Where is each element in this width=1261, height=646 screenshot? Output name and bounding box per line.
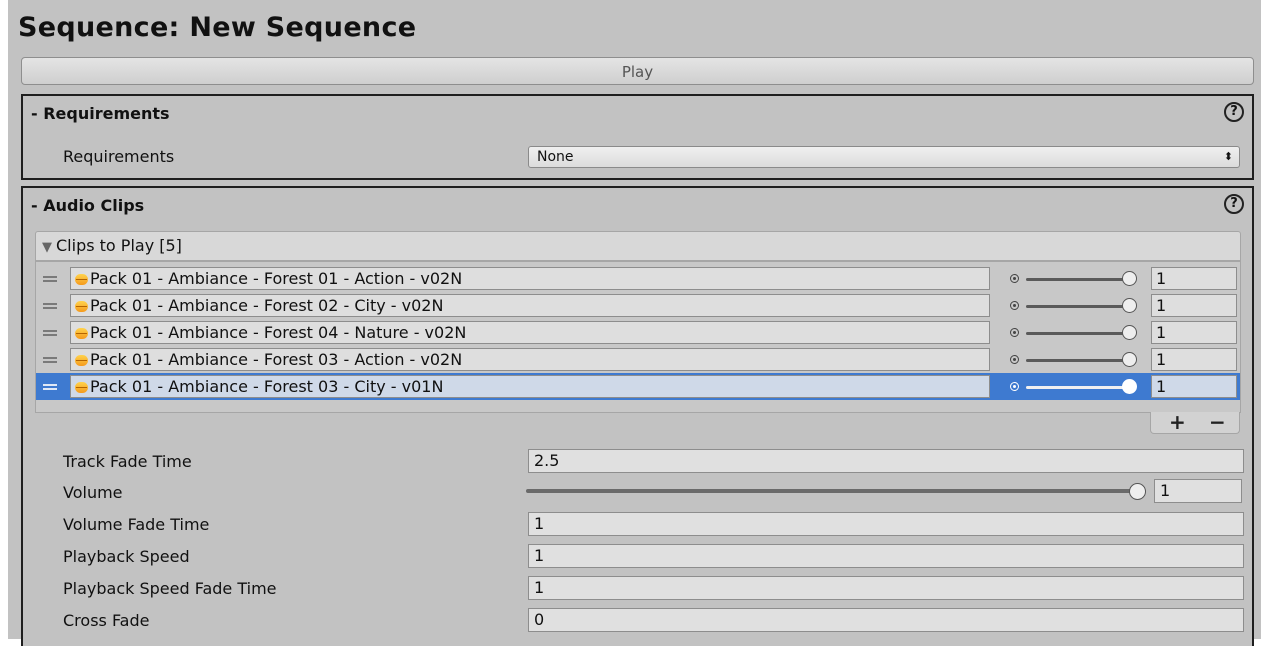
page-title: Sequence: New Sequence bbox=[18, 12, 417, 43]
audio-clip-field[interactable]: Pack 01 - Ambiance - Forest 02 - City - … bbox=[70, 294, 990, 317]
clip-volume-slider[interactable] bbox=[1010, 298, 1140, 314]
audio-clip-field[interactable]: Pack 01 - Ambiance - Forest 04 - Nature … bbox=[70, 321, 990, 344]
list-item[interactable]: Pack 01 - Ambiance - Forest 02 - City - … bbox=[36, 292, 1240, 319]
clips-list-header[interactable]: ▼ Clips to Play [5] bbox=[35, 231, 1241, 261]
slider-thumb[interactable] bbox=[1129, 483, 1146, 500]
audio-clip-field[interactable]: Pack 01 - Ambiance - Forest 03 - City - … bbox=[70, 375, 990, 398]
slider-track[interactable] bbox=[1026, 359, 1126, 362]
audio-clip-field[interactable]: Pack 01 - Ambiance - Forest 03 - Action … bbox=[70, 348, 990, 371]
volume-fade-time-field[interactable]: 1 bbox=[528, 512, 1244, 536]
dropdown-value: None bbox=[537, 149, 574, 165]
clips-list-title: Clips to Play [5] bbox=[56, 236, 182, 255]
drag-handle-icon[interactable] bbox=[43, 357, 57, 363]
audio-clip-icon bbox=[75, 355, 88, 366]
clip-volume-field[interactable]: 1 bbox=[1151, 375, 1237, 398]
drag-handle-icon[interactable] bbox=[43, 276, 57, 282]
clip-volume-slider[interactable] bbox=[1010, 379, 1140, 395]
slider-min-icon bbox=[1010, 274, 1019, 283]
slider-min-icon bbox=[1010, 328, 1019, 337]
slider-min-icon bbox=[1010, 355, 1019, 364]
requirements-section: - Requirements ? Requirements None ⬍ bbox=[21, 94, 1254, 180]
track-fade-time-field[interactable]: 2.5 bbox=[528, 449, 1244, 473]
volume-field[interactable]: 1 bbox=[1154, 479, 1242, 503]
list-item-selected[interactable]: Pack 01 - Ambiance - Forest 03 - City - … bbox=[36, 373, 1240, 400]
clip-volume-field[interactable]: 1 bbox=[1151, 267, 1237, 290]
drag-handle-icon[interactable] bbox=[43, 384, 57, 390]
cross-fade-field[interactable]: 0 bbox=[528, 608, 1244, 632]
slider-track[interactable] bbox=[1026, 305, 1126, 308]
clip-volume-field[interactable]: 1 bbox=[1151, 321, 1237, 344]
clip-volume-slider[interactable] bbox=[1010, 325, 1140, 341]
slider-track[interactable] bbox=[1026, 386, 1126, 389]
drag-handle-icon[interactable] bbox=[43, 303, 57, 309]
clip-volume-field[interactable]: 1 bbox=[1151, 294, 1237, 317]
audio-clips-section: - Audio Clips ? ▼ Clips to Play [5] Pack … bbox=[21, 186, 1254, 646]
dropdown-arrow-icon: ⬍ bbox=[1223, 150, 1233, 163]
slider-thumb[interactable] bbox=[1122, 379, 1137, 394]
clip-name: Pack 01 - Ambiance - Forest 01 - Action … bbox=[90, 269, 463, 288]
list-item[interactable]: Pack 01 - Ambiance - Forest 01 - Action … bbox=[36, 265, 1240, 292]
clips-list: Pack 01 - Ambiance - Forest 01 - Action … bbox=[35, 261, 1241, 413]
list-add-remove: + − bbox=[1150, 412, 1240, 434]
clip-volume-slider[interactable] bbox=[1010, 352, 1140, 368]
slider-min-icon bbox=[1010, 382, 1019, 391]
slider-thumb[interactable] bbox=[1122, 271, 1137, 286]
drag-handle-icon[interactable] bbox=[43, 330, 57, 336]
requirements-foldout[interactable]: - Requirements bbox=[31, 104, 170, 123]
play-button[interactable]: Play bbox=[21, 57, 1254, 85]
list-item[interactable]: Pack 01 - Ambiance - Forest 03 - Action … bbox=[36, 346, 1240, 373]
volume-slider[interactable] bbox=[526, 481, 1146, 501]
audio-clips-foldout[interactable]: - Audio Clips bbox=[31, 196, 144, 215]
slider-track[interactable] bbox=[526, 489, 1141, 493]
slider-track[interactable] bbox=[1026, 332, 1126, 335]
slider-thumb[interactable] bbox=[1122, 298, 1137, 313]
audio-clip-icon bbox=[75, 301, 88, 312]
playback-speed-label: Playback Speed bbox=[63, 547, 190, 566]
help-icon[interactable]: ? bbox=[1224, 194, 1244, 214]
audio-clip-field[interactable]: Pack 01 - Ambiance - Forest 01 - Action … bbox=[70, 267, 990, 290]
requirements-label: Requirements bbox=[63, 147, 175, 166]
playback-speed-field[interactable]: 1 bbox=[528, 544, 1244, 568]
track-fade-time-label: Track Fade Time bbox=[63, 452, 192, 471]
foldout-triangle-icon[interactable]: ▼ bbox=[42, 240, 52, 255]
clip-name: Pack 01 - Ambiance - Forest 03 - Action … bbox=[90, 350, 463, 369]
slider-thumb[interactable] bbox=[1122, 352, 1137, 367]
clip-name: Pack 01 - Ambiance - Forest 04 - Nature … bbox=[90, 323, 467, 342]
slider-thumb[interactable] bbox=[1122, 325, 1137, 340]
volume-label: Volume bbox=[63, 483, 123, 502]
requirements-dropdown[interactable]: None ⬍ bbox=[528, 146, 1240, 168]
remove-item-button[interactable]: − bbox=[1209, 412, 1226, 432]
audio-clip-icon bbox=[75, 328, 88, 339]
audio-clip-icon bbox=[75, 382, 88, 393]
playback-speed-fade-time-field[interactable]: 1 bbox=[528, 576, 1244, 600]
clip-name: Pack 01 - Ambiance - Forest 03 - City - … bbox=[90, 377, 444, 396]
help-icon[interactable]: ? bbox=[1224, 102, 1244, 122]
slider-min-icon bbox=[1010, 301, 1019, 310]
playback-speed-fade-time-label: Playback Speed Fade Time bbox=[63, 579, 277, 598]
clip-name: Pack 01 - Ambiance - Forest 02 - City - … bbox=[90, 296, 444, 315]
cross-fade-label: Cross Fade bbox=[63, 611, 150, 630]
slider-track[interactable] bbox=[1026, 278, 1126, 281]
clip-volume-field[interactable]: 1 bbox=[1151, 348, 1237, 371]
volume-fade-time-label: Volume Fade Time bbox=[63, 515, 210, 534]
clip-volume-slider[interactable] bbox=[1010, 271, 1140, 287]
list-item[interactable]: Pack 01 - Ambiance - Forest 04 - Nature … bbox=[36, 319, 1240, 346]
audio-clip-icon bbox=[75, 274, 88, 285]
add-item-button[interactable]: + bbox=[1169, 412, 1186, 432]
